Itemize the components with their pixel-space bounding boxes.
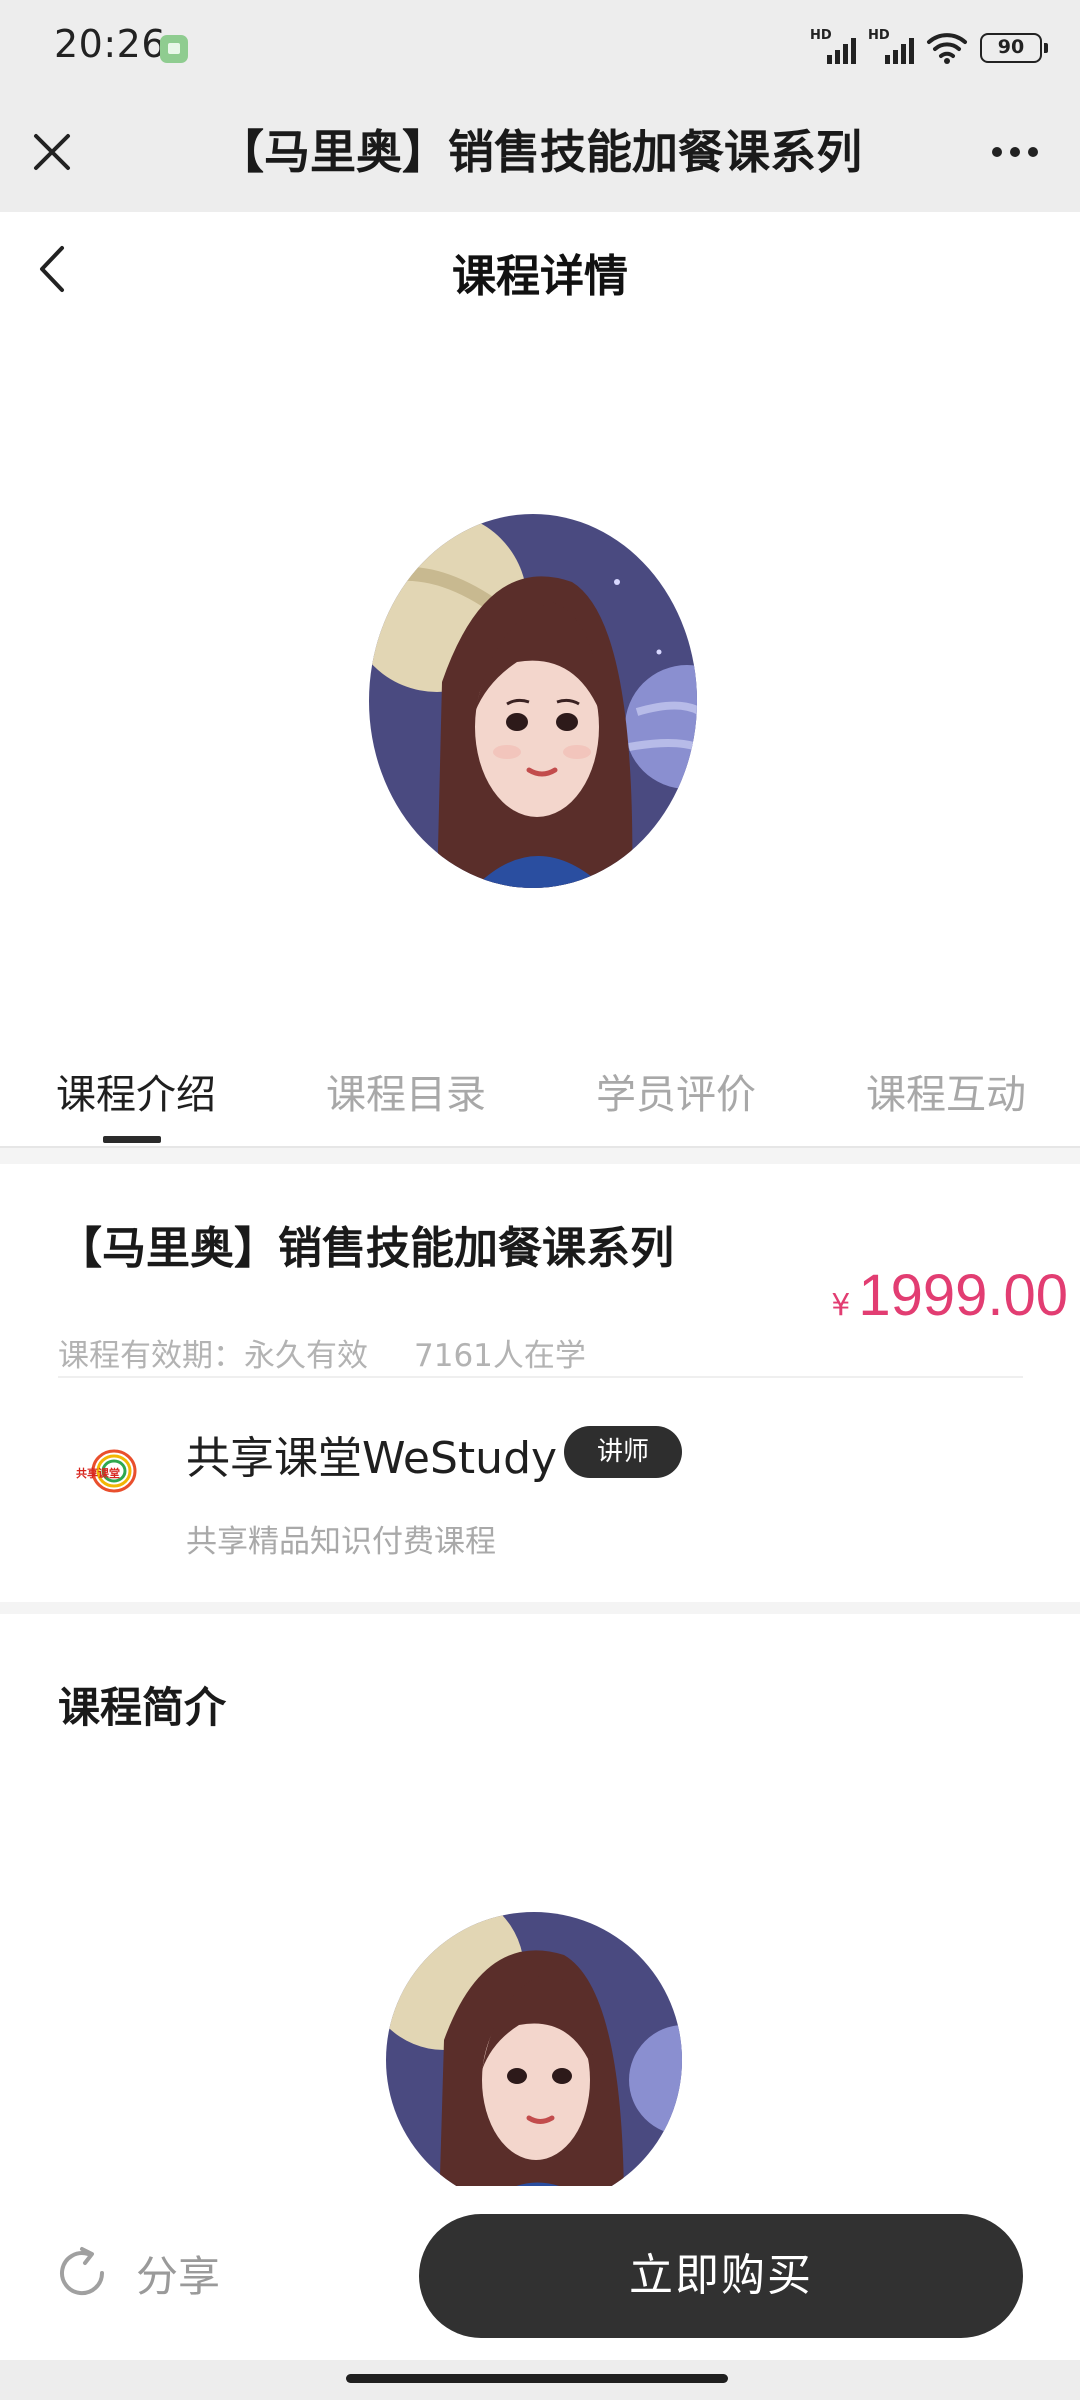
- close-icon[interactable]: [20, 120, 84, 184]
- teacher-name[interactable]: 共享课堂WeStudy: [186, 1422, 557, 1486]
- wifi-icon: [927, 33, 967, 64]
- share-icon: [60, 2247, 105, 2296]
- price-amount: 1999.00: [858, 1263, 1068, 1328]
- share-button[interactable]: 分享: [52, 2236, 220, 2310]
- share-label: 分享: [136, 2251, 221, 2301]
- status-bar: 20:26 HD HD 90: [0, 0, 1080, 92]
- bottom-action-bar: 分享 立即购买: [0, 2186, 1080, 2360]
- system-nav-area: [0, 2360, 1080, 2400]
- intro-heading: 课程简介: [58, 1683, 227, 1732]
- section-separator: [0, 1602, 1080, 1614]
- teacher-badge: 讲师: [564, 1426, 682, 1478]
- course-validity: 课程有效期：永久有效: [58, 1338, 368, 1374]
- cell-signal-2-icon: HD: [868, 28, 914, 66]
- course-tabs: 课程介绍 课程目录 学员评价 课程互动: [0, 1040, 1080, 1148]
- course-cover-image: [369, 514, 697, 888]
- svg-text:共享课堂: 共享课堂: [76, 1466, 120, 1480]
- learner-count: 7161人在学: [414, 1338, 586, 1374]
- page-title: 课程详情: [452, 251, 628, 302]
- title-bar: 【马里奥】销售技能加餐课系列: [0, 92, 1080, 212]
- page-header: 课程详情: [0, 212, 1080, 332]
- tab-student-reviews[interactable]: 学员评价: [596, 1062, 756, 1120]
- more-icon[interactable]: [980, 120, 1050, 184]
- tab-course-intro[interactable]: 课程介绍: [56, 1062, 216, 1120]
- window-title: 【马里奥】销售技能加餐课系列: [218, 125, 862, 179]
- home-indicator[interactable]: [346, 2374, 728, 2383]
- notification-app-icon: [160, 35, 188, 63]
- tab-course-interaction[interactable]: 课程互动: [866, 1062, 1026, 1120]
- tab-course-catalog[interactable]: 课程目录: [326, 1062, 486, 1120]
- buy-now-button[interactable]: 立即购买: [419, 2214, 1023, 2338]
- course-meta: 课程有效期：永久有效 7161人在学: [58, 1330, 586, 1375]
- intro-image: [386, 1912, 682, 2186]
- status-indicators: HD HD 90: [810, 28, 1048, 68]
- active-tab-indicator: [103, 1136, 161, 1143]
- divider: [58, 1376, 1023, 1378]
- section-separator: [0, 1148, 1080, 1164]
- teacher-description: 共享精品知识付费课程: [186, 1524, 496, 1560]
- course-price: ¥1999.00: [831, 1262, 1068, 1329]
- cell-signal-1-icon: HD: [810, 28, 856, 66]
- status-time: 20:26: [54, 22, 167, 66]
- teacher-logo[interactable]: 共享课堂: [76, 1446, 138, 1496]
- price-currency: ¥: [831, 1288, 851, 1323]
- battery-icon: 90: [980, 33, 1048, 63]
- course-title: 【马里奥】销售技能加餐课系列: [58, 1223, 674, 1274]
